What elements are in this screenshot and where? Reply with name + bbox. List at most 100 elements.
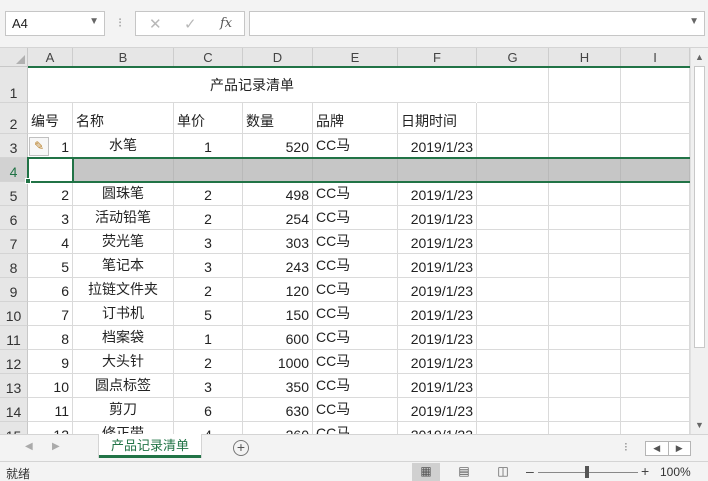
- cell[interactable]: CC马: [313, 374, 398, 398]
- cell[interactable]: 5: [28, 254, 73, 278]
- cell[interactable]: 10: [28, 374, 73, 398]
- cell[interactable]: 2019/1/23: [398, 398, 477, 422]
- cell[interactable]: [477, 374, 549, 398]
- cell[interactable]: [621, 254, 690, 278]
- cell[interactable]: [549, 206, 621, 230]
- chevron-down-icon[interactable]: ▼: [89, 16, 99, 27]
- cell[interactable]: 2019/1/23: [398, 302, 477, 326]
- next-sheet-icon[interactable]: ▶: [52, 441, 60, 452]
- cancel-icon[interactable]: ✕: [149, 15, 162, 33]
- cell[interactable]: CC马: [313, 230, 398, 254]
- row-header[interactable]: 15: [0, 422, 28, 434]
- cell[interactable]: 2019/1/23: [398, 230, 477, 254]
- drag-handle-icon[interactable]: ⁝: [118, 15, 122, 31]
- cell[interactable]: 修正带: [73, 422, 174, 434]
- cell[interactable]: [621, 422, 690, 434]
- column-header-b[interactable]: B: [73, 48, 174, 67]
- cell[interactable]: 120: [243, 278, 313, 302]
- cell[interactable]: 3: [174, 230, 243, 254]
- cell[interactable]: [621, 134, 690, 158]
- more-options-icon[interactable]: ⁝: [624, 440, 628, 454]
- cell[interactable]: [477, 398, 549, 422]
- cell[interactable]: [621, 230, 690, 254]
- zoom-out-button[interactable]: –: [526, 463, 534, 479]
- column-label-cell[interactable]: 日期时间: [398, 103, 477, 134]
- cell[interactable]: 2019/1/23: [398, 326, 477, 350]
- cell[interactable]: 4: [174, 422, 243, 434]
- column-header-c[interactable]: C: [174, 48, 243, 67]
- row-header[interactable]: 9: [0, 278, 28, 302]
- cell[interactable]: 498: [243, 182, 313, 206]
- row-header[interactable]: 13: [0, 374, 28, 398]
- expand-formula-icon[interactable]: ▼: [689, 16, 699, 27]
- cell[interactable]: [477, 158, 549, 182]
- cell[interactable]: [621, 158, 690, 182]
- cell[interactable]: [477, 254, 549, 278]
- cell[interactable]: 2019/1/23: [398, 278, 477, 302]
- add-sheet-button[interactable]: +: [233, 440, 249, 456]
- cell[interactable]: [621, 350, 690, 374]
- cell[interactable]: CC马: [313, 278, 398, 302]
- enter-icon[interactable]: ✓: [184, 15, 197, 33]
- worksheet-grid[interactable]: A B C D E F G H I 1 产品记录清单 2 编号 名称 单价 数量 品牌 日期时间 3 1 水笔 1 520 C…: [0, 48, 690, 434]
- cell[interactable]: [477, 230, 549, 254]
- scroll-up-icon[interactable]: ▲: [695, 52, 704, 62]
- row-header[interactable]: 6: [0, 206, 28, 230]
- zoom-slider-thumb[interactable]: [585, 466, 589, 478]
- cell[interactable]: CC马: [313, 302, 398, 326]
- column-label-cell[interactable]: [621, 103, 690, 134]
- fill-handle[interactable]: [25, 178, 31, 184]
- cell[interactable]: [243, 158, 313, 182]
- page-break-view-icon[interactable]: ◫: [489, 463, 517, 481]
- cell[interactable]: [621, 67, 690, 103]
- cell[interactable]: [621, 278, 690, 302]
- cell[interactable]: 2: [174, 182, 243, 206]
- cell[interactable]: 5: [174, 302, 243, 326]
- cell[interactable]: [477, 302, 549, 326]
- row-header[interactable]: 5: [0, 182, 28, 206]
- cell[interactable]: 荧光笔: [73, 230, 174, 254]
- cell[interactable]: [549, 374, 621, 398]
- cell[interactable]: 2019/1/23: [398, 134, 477, 158]
- cell[interactable]: 6: [174, 398, 243, 422]
- column-header-i[interactable]: I: [621, 48, 690, 67]
- cell[interactable]: 243: [243, 254, 313, 278]
- cell[interactable]: 7: [28, 302, 73, 326]
- scroll-right-icon[interactable]: ▶: [667, 442, 691, 455]
- cell[interactable]: [549, 398, 621, 422]
- cell[interactable]: [477, 134, 549, 158]
- cell[interactable]: [549, 278, 621, 302]
- cell[interactable]: [549, 254, 621, 278]
- sheet-tab-active[interactable]: 产品记录清单: [99, 434, 201, 458]
- cell[interactable]: 350: [243, 374, 313, 398]
- cell[interactable]: 档案袋: [73, 326, 174, 350]
- row-header[interactable]: 4: [0, 158, 28, 182]
- column-header-a[interactable]: A: [28, 48, 73, 67]
- cell[interactable]: [477, 326, 549, 350]
- scrollbar-thumb[interactable]: [694, 66, 705, 348]
- column-header-f[interactable]: F: [398, 48, 477, 67]
- row-header[interactable]: 2: [0, 103, 28, 134]
- row-header[interactable]: 3: [0, 134, 28, 158]
- cell[interactable]: 2: [174, 278, 243, 302]
- cell[interactable]: [549, 326, 621, 350]
- formula-input[interactable]: ▼: [249, 11, 705, 36]
- column-label-cell[interactable]: 名称: [73, 103, 174, 134]
- cell[interactable]: CC马: [313, 254, 398, 278]
- scroll-left-icon[interactable]: ◀: [646, 442, 668, 455]
- horizontal-scroll-nav[interactable]: ◀ ▶: [645, 441, 691, 456]
- column-label-cell[interactable]: [477, 103, 549, 134]
- cell[interactable]: CC马: [313, 350, 398, 374]
- cell[interactable]: 2: [174, 350, 243, 374]
- cell[interactable]: 1000: [243, 350, 313, 374]
- cell[interactable]: 拉链文件夹: [73, 278, 174, 302]
- cell[interactable]: CC马: [313, 134, 398, 158]
- cell[interactable]: [398, 158, 477, 182]
- cell[interactable]: [73, 158, 174, 182]
- page-layout-view-icon[interactable]: ▤: [450, 463, 478, 481]
- cell[interactable]: [549, 158, 621, 182]
- cell[interactable]: [477, 350, 549, 374]
- cell[interactable]: 1: [174, 326, 243, 350]
- cell[interactable]: [28, 158, 73, 182]
- sheet-title[interactable]: 产品记录清单: [28, 67, 476, 103]
